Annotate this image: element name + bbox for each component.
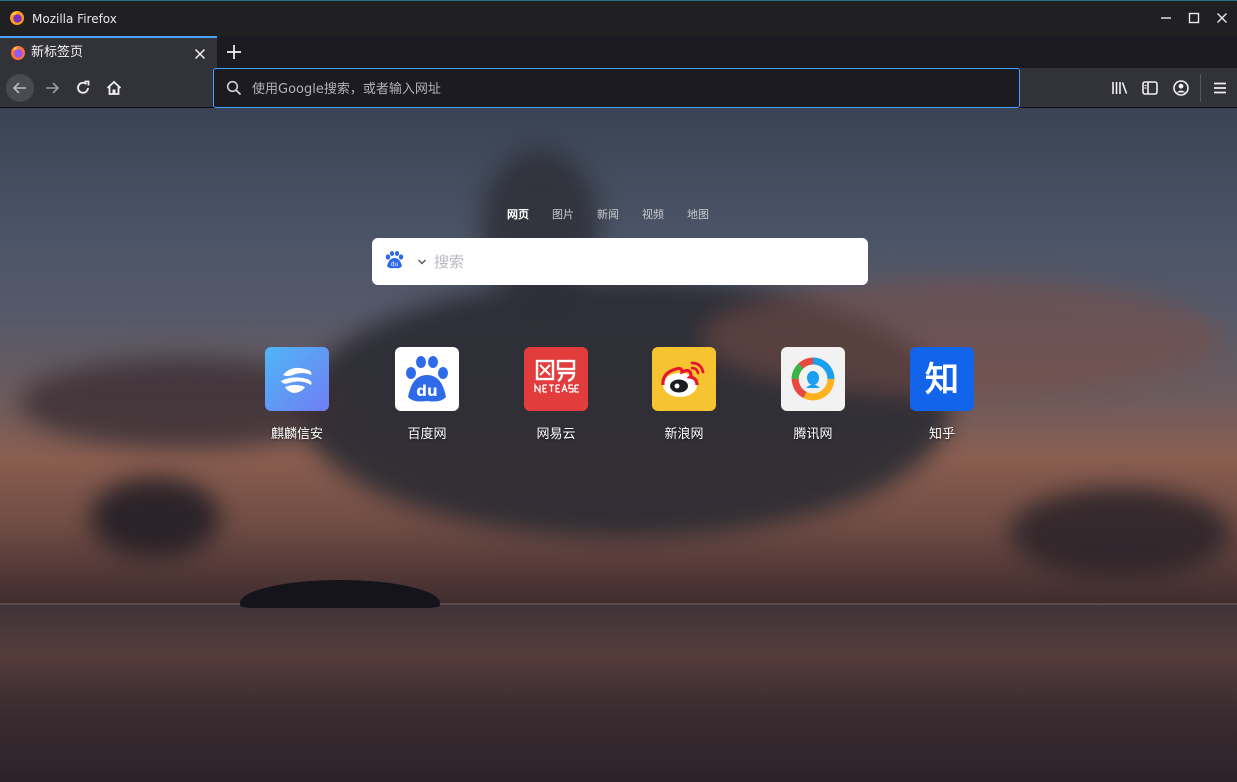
tab-webpage[interactable]: 网页 — [507, 208, 529, 222]
minimize-button[interactable] — [1157, 9, 1175, 27]
tab-video[interactable]: 视频 — [642, 208, 664, 222]
top-site-label: 麒麟信安 — [270, 427, 323, 442]
search-input[interactable] — [432, 250, 856, 274]
zhihu-icon: 知 — [910, 347, 974, 411]
top-site-baidu[interactable]: du 百度网 — [377, 347, 477, 447]
top-site-sina[interactable]: 新浪网 — [634, 347, 734, 447]
reload-button[interactable] — [69, 74, 97, 102]
close-tab-icon[interactable] — [193, 46, 207, 60]
top-site-zhihu[interactable]: 知 知乎 — [892, 347, 992, 447]
back-button[interactable] — [6, 74, 34, 102]
arrow-right-icon — [46, 82, 60, 94]
tab-title: 新标签页 — [31, 45, 84, 60]
hamburger-menu-icon — [1214, 82, 1226, 94]
toolbar-separator — [1200, 74, 1201, 102]
search-box[interactable]: du — [372, 238, 868, 285]
firefox-window: Mozilla Firefox 新标签页 使用Google搜索，或者输入网址 网… — [0, 0, 1237, 782]
home-button[interactable] — [100, 74, 128, 102]
background-cloud — [90, 478, 220, 558]
menu-button[interactable] — [1210, 78, 1230, 98]
baidu-paw-icon[interactable]: du — [383, 249, 405, 275]
address-bar[interactable] — [213, 68, 1020, 108]
search-icon — [226, 80, 242, 100]
top-site-label: 腾讯网 — [793, 427, 833, 442]
home-icon — [106, 80, 122, 95]
navigation-toolbar — [0, 68, 1237, 108]
sidebar-button[interactable] — [1140, 78, 1160, 98]
top-site-tencent[interactable]: 腾讯网 — [763, 347, 863, 447]
horizon-line — [0, 603, 1237, 605]
tab-maps[interactable]: 地图 — [687, 208, 709, 222]
top-site-label: 新浪网 — [664, 427, 704, 442]
title-bar: Mozilla Firefox — [0, 0, 1237, 36]
qilin-xinan-icon — [265, 347, 329, 411]
svg-text:知: 知 — [925, 360, 959, 400]
island-silhouette — [240, 580, 440, 608]
svg-text:du: du — [391, 261, 399, 268]
close-window-button[interactable] — [1213, 9, 1231, 27]
weibo-icon — [652, 347, 716, 411]
new-tab-page: 网页 图片 新闻 视频 地图 du 搜索 麒麟信安 du 百度网 网易云 新浪网… — [0, 108, 1237, 782]
library-icon — [1112, 82, 1128, 94]
netease-icon — [524, 347, 588, 411]
window-title: Mozilla Firefox — [32, 12, 117, 26]
svg-text:du: du — [416, 382, 437, 400]
reload-icon — [77, 80, 90, 94]
firefox-tab-icon — [10, 45, 26, 65]
top-site-label: 网易云 — [536, 427, 576, 442]
tencent-icon — [781, 347, 845, 411]
account-icon — [1173, 80, 1189, 96]
baidu-icon: du — [395, 347, 459, 411]
tab-news[interactable]: 新闻 — [597, 208, 619, 222]
forward-button[interactable] — [38, 74, 66, 102]
tab-new-tab[interactable]: 新标签页 — [0, 36, 217, 68]
library-button[interactable] — [1110, 78, 1130, 98]
tab-bar: 新标签页 — [0, 36, 1237, 68]
top-site-label: 知乎 — [928, 427, 955, 442]
sidebar-icon — [1142, 81, 1158, 95]
account-button[interactable] — [1171, 78, 1191, 98]
chevron-down-icon[interactable] — [416, 253, 428, 265]
new-tab-button[interactable] — [224, 42, 244, 62]
top-site-label: 百度网 — [407, 427, 447, 442]
url-input[interactable] — [250, 77, 994, 101]
arrow-left-icon — [12, 82, 26, 94]
sea-reflection — [0, 604, 1237, 782]
top-site-qilin[interactable]: 麒麟信安 — [247, 347, 347, 447]
background-cloud — [1010, 488, 1230, 578]
maximize-button[interactable] — [1185, 9, 1203, 27]
top-site-netease[interactable]: 网易云 — [506, 347, 606, 447]
tab-images[interactable]: 图片 — [552, 208, 574, 222]
firefox-logo-icon — [9, 10, 25, 30]
